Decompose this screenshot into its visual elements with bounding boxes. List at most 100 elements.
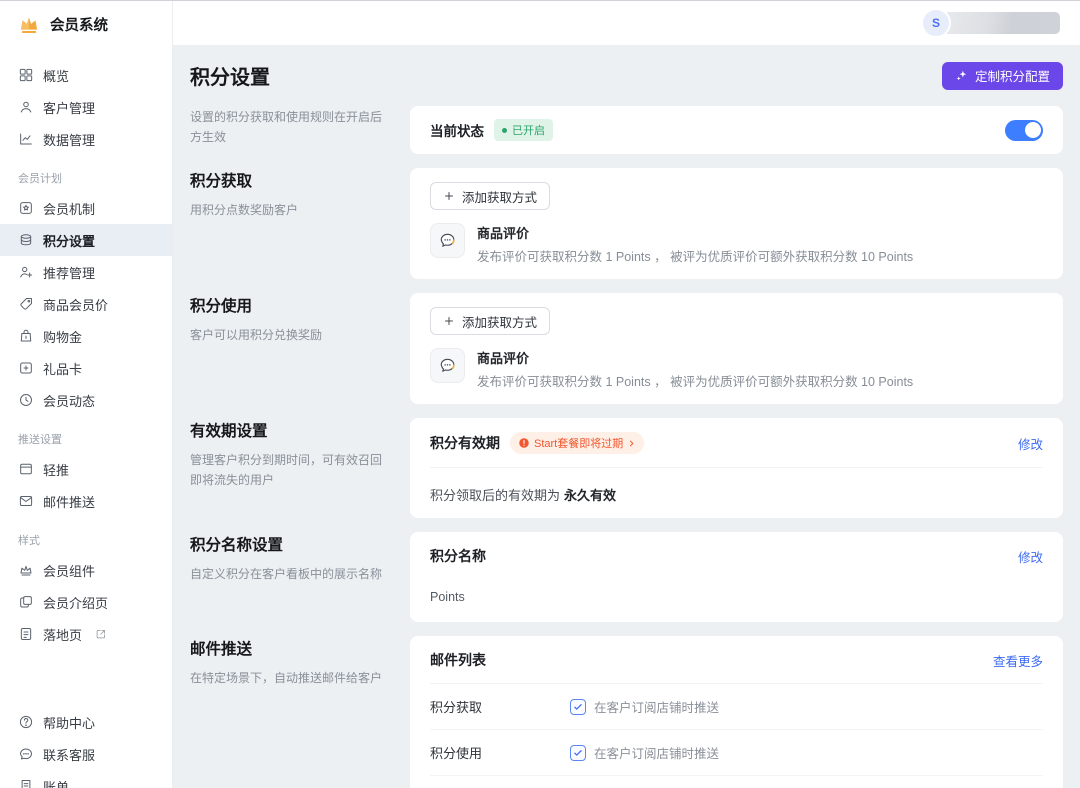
- sidebar-item-member-activity[interactable]: 会员动态: [0, 384, 172, 416]
- crown-outline-icon: [18, 562, 34, 578]
- earning-card: 添加获取方式 商品评价 发布评价可获取积分数 1 Points ， 被评为优质评…: [410, 168, 1063, 279]
- avatar[interactable]: S: [923, 10, 949, 36]
- add-earning-method-button[interactable]: 添加获取方式: [430, 182, 550, 210]
- email-heading: 邮件推送: [190, 637, 384, 659]
- sidebar-item-member-widget[interactable]: 会员组件: [0, 554, 172, 586]
- points-name-value: Points: [430, 590, 1043, 608]
- plus-icon: [443, 315, 455, 327]
- review-bubble-icon: [438, 356, 457, 375]
- app-window: 会员系统 概览 客户管理 数据管理 会员计划 会员机制 积分设置: [0, 1, 1080, 788]
- email-card: 邮件列表 查看更多 积分获取 在客户订阅店铺时推送: [410, 636, 1063, 788]
- earning-rule-title: 商品评价: [477, 223, 913, 242]
- validity-text: 积分领取后的有效期为永久有效: [430, 485, 1043, 504]
- pages-icon: [18, 594, 34, 610]
- customize-points-button[interactable]: 定制积分配置: [942, 62, 1063, 90]
- usage-card: 添加获取方式 商品评价 发布评价可获取积分数 1 Points ， 被评为优质评…: [410, 293, 1063, 404]
- sidebar-section-style: 样式: [0, 517, 172, 554]
- naming-desc: 自定义积分在客户看板中的展示名称: [190, 564, 384, 584]
- coins-icon: [18, 232, 34, 248]
- usage-rule-title: 商品评价: [477, 348, 913, 367]
- earning-heading: 积分获取: [190, 169, 384, 191]
- redacted-username: [940, 12, 1060, 34]
- sidebar-item-landing-page[interactable]: 落地页: [0, 618, 172, 650]
- sidebar-item-data-management[interactable]: 数据管理: [0, 123, 172, 155]
- validity-heading: 有效期设置: [190, 419, 384, 441]
- tag-icon: [18, 296, 34, 312]
- usage-rule-desc: 发布评价可获取积分数 1 Points ， 被评为优质评价可额外获取积分数 10…: [477, 371, 913, 390]
- status-badge: 已开启: [494, 119, 553, 141]
- view-more-link[interactable]: 查看更多: [993, 651, 1043, 670]
- page-subtitle: 设置的积分获取和使用规则在开启后方生效: [190, 107, 384, 148]
- divider: [430, 467, 1043, 468]
- sidebar-item-gift-card[interactable]: 礼品卡: [0, 352, 172, 384]
- review-bubble-icon: [438, 231, 457, 250]
- naming-card: 积分名称 修改 Points: [410, 532, 1063, 622]
- mail-icon: [18, 493, 34, 509]
- email-section: 邮件推送 在特定场景下，自动推送邮件给客户 邮件列表 查看更多 积分获取: [190, 636, 1063, 788]
- points-settings-page: 积分设置 定制积分配置 设置的积分获取和使用规则在开启后方生效 当前状态: [173, 45, 1080, 788]
- review-icon-box: [430, 223, 465, 258]
- sidebar: 会员系统 概览 客户管理 数据管理 会员计划 会员机制 积分设置: [0, 1, 173, 788]
- sidebar-item-referral-management[interactable]: 推荐管理: [0, 256, 172, 288]
- topbar: S: [173, 1, 1080, 45]
- status-card: 当前状态 已开启: [410, 106, 1063, 154]
- sidebar-item-email-push[interactable]: 邮件推送: [0, 485, 172, 517]
- help-icon: [18, 714, 34, 730]
- earning-section: 积分获取 用积分点数奖励客户 添加获取方式: [190, 168, 1063, 279]
- sidebar-item-customers[interactable]: 客户管理: [0, 91, 172, 123]
- validity-section: 有效期设置 管理客户积分到期时间，可有效召回即将流失的用户 积分有效期 Star…: [190, 418, 1063, 518]
- grid-icon: [18, 67, 34, 83]
- add-usage-method-button[interactable]: 添加获取方式: [430, 307, 550, 335]
- chart-icon: [18, 131, 34, 147]
- bag-icon: [18, 328, 34, 344]
- sidebar-item-member-intro-page[interactable]: 会员介绍页: [0, 586, 172, 618]
- alert-circle-icon: [518, 437, 530, 449]
- page-title: 积分设置: [190, 61, 270, 90]
- green-dot-icon: [502, 128, 507, 133]
- email-row-points-usage: 积分使用 在客户订阅店铺时推送: [430, 730, 1043, 776]
- sidebar-section-membership-plan: 会员计划: [0, 155, 172, 192]
- status-section: 设置的积分获取和使用规则在开启后方生效 当前状态 已开启: [190, 106, 1063, 154]
- badge-icon: [18, 200, 34, 216]
- modify-name-link[interactable]: 修改: [1018, 547, 1043, 566]
- email-list-title: 邮件列表: [430, 650, 486, 670]
- usage-heading: 积分使用: [190, 294, 384, 316]
- validity-value: 永久有效: [564, 488, 616, 503]
- plan-expiry-badge[interactable]: Start套餐即将过期: [510, 432, 644, 454]
- external-link-icon: [95, 628, 107, 640]
- receipt-icon: [18, 778, 34, 788]
- clock-icon: [18, 392, 34, 408]
- check-icon: [573, 702, 583, 712]
- user-icon: [18, 99, 34, 115]
- sidebar-footer: 帮助中心 联系客服 账单: [0, 706, 172, 788]
- panel-icon: [18, 461, 34, 477]
- user-plus-icon: [18, 264, 34, 280]
- app-title: 会员系统: [50, 14, 108, 35]
- sidebar-item-help-center[interactable]: 帮助中心: [0, 706, 172, 738]
- email-checkbox[interactable]: [570, 699, 586, 715]
- email-row-points-expiry-reminder: 积分过期提醒 在客户订阅店铺时推送: [430, 776, 1043, 788]
- sidebar-item-billing[interactable]: 账单: [0, 770, 172, 788]
- points-name-title: 积分名称: [430, 546, 486, 566]
- modify-validity-link[interactable]: 修改: [1018, 434, 1043, 453]
- earning-rule-item[interactable]: 商品评价 发布评价可获取积分数 1 Points ， 被评为优质评价可额外获取积…: [430, 223, 1043, 265]
- email-checkbox[interactable]: [570, 745, 586, 761]
- email-row-points-earning: 积分获取 在客户订阅店铺时推送: [430, 684, 1043, 730]
- plus-icon: [443, 190, 455, 202]
- review-icon-box: [430, 348, 465, 383]
- status-toggle[interactable]: [1005, 120, 1043, 141]
- sidebar-item-overview[interactable]: 概览: [0, 59, 172, 91]
- sidebar-item-shopping-credit[interactable]: 购物金: [0, 320, 172, 352]
- naming-section: 积分名称设置 自定义积分在客户看板中的展示名称 积分名称 修改 Points: [190, 532, 1063, 622]
- sidebar-item-contact-support[interactable]: 联系客服: [0, 738, 172, 770]
- sidebar-item-points-settings[interactable]: 积分设置: [0, 224, 172, 256]
- sidebar-section-push-settings: 推送设置: [0, 416, 172, 453]
- usage-section: 积分使用 客户可以用积分兑换奖励 添加获取方式: [190, 293, 1063, 404]
- usage-desc: 客户可以用积分兑换奖励: [190, 325, 384, 345]
- app-logo[interactable]: 会员系统: [0, 1, 172, 47]
- sidebar-item-nudge[interactable]: 轻推: [0, 453, 172, 485]
- sidebar-item-member-price[interactable]: 商品会员价: [0, 288, 172, 320]
- sidebar-item-membership-mechanism[interactable]: 会员机制: [0, 192, 172, 224]
- gift-card-icon: [18, 360, 34, 376]
- usage-rule-item[interactable]: 商品评价 发布评价可获取积分数 1 Points ， 被评为优质评价可额外获取积…: [430, 348, 1043, 390]
